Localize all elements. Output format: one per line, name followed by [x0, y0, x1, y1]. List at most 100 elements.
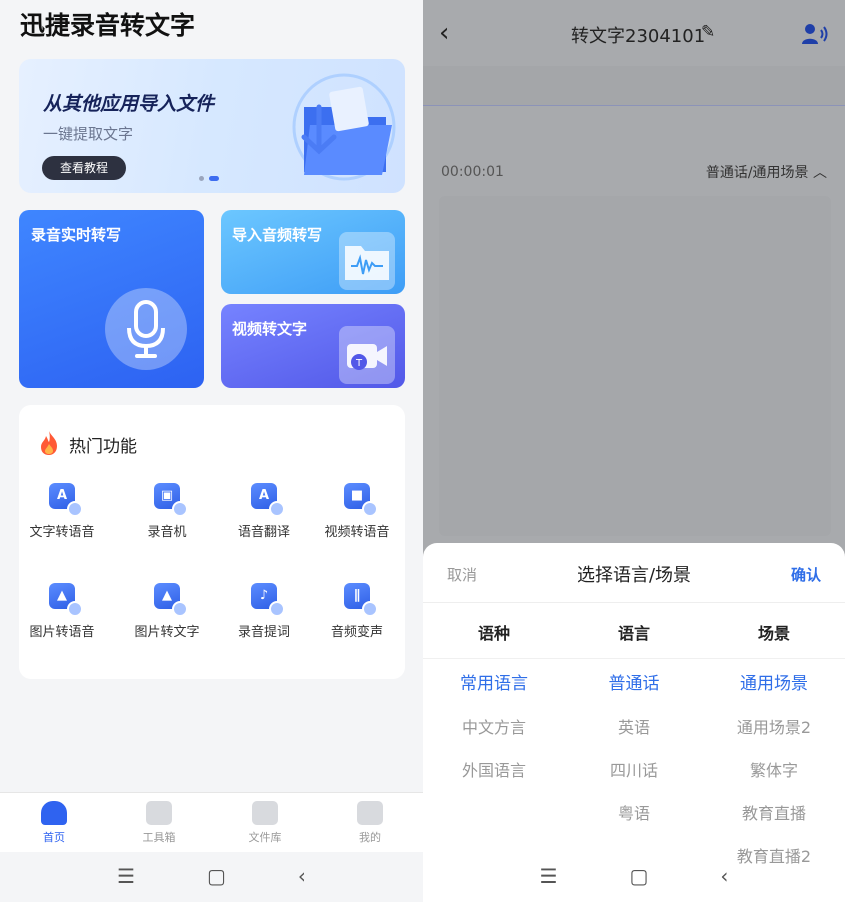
menu-icon[interactable]: ☰ [117, 864, 135, 888]
video-camera-icon: T [339, 326, 395, 384]
picker-option[interactable]: 外国语言 [424, 757, 564, 781]
icon-glyph: A [56, 488, 68, 503]
flame-icon [41, 431, 57, 455]
menu-icon[interactable]: ☰ [540, 864, 558, 888]
picker-option[interactable]: 繁体字 [704, 757, 844, 781]
picker-option[interactable]: 四川话 [564, 757, 704, 781]
scene-selector[interactable]: 普通话/通用场景 ︿ [706, 162, 827, 182]
video-to-speech-icon: ■ [344, 483, 378, 517]
audio-folder-icon [339, 232, 395, 290]
feature-video-to-speech[interactable]: ■ 视频转语音 [309, 483, 405, 540]
speaker-voice-icon[interactable] [801, 22, 829, 46]
text-to-speech-icon: A [49, 483, 83, 517]
hot-features-panel: 热门功能 A 文字转语音 ▣ 录音机 A 语音翻译 ■ 视频转语音 ▲ 图片转语音 ▲ 图片转文字 ♪ 录… [19, 405, 405, 679]
picker-option[interactable]: 英语 [564, 714, 704, 738]
import-banner[interactable]: 从其他应用导入文件 一键提取文字 查看教程 [19, 59, 405, 193]
home-nav-icon[interactable]: ▢ [630, 864, 649, 888]
feature-label: 视频转语音 [324, 525, 390, 540]
home-nav-icon[interactable]: ▢ [207, 864, 226, 888]
back-nav-icon[interactable]: ‹ [298, 864, 306, 888]
video-to-text-card[interactable]: 视频转文字 T [221, 304, 405, 388]
language-scene-sheet: 选择语言/场景 取消 确认 语种 常用语言 中文方言 外国语言 语言 普通话 英语 四川话 粤语… [423, 543, 845, 902]
voice-translate-icon: A [251, 483, 285, 517]
icon-glyph: ■ [350, 488, 364, 503]
feature-text-to-speech[interactable]: A 文字转语音 [14, 483, 110, 540]
picker-option[interactable]: 普通话 [564, 669, 704, 694]
realtime-record-card[interactable]: 录音实时转写 [19, 210, 204, 388]
picker-option[interactable]: 粤语 [564, 800, 704, 824]
tab-toolbox[interactable]: 工具箱 [129, 801, 189, 845]
import-audio-card[interactable]: 导入音频转写 [221, 210, 405, 294]
feature-label: 录音机 [147, 525, 187, 540]
icon-glyph: ♪ [259, 588, 269, 603]
picker-option[interactable]: 教育直播 [704, 800, 844, 824]
folder-import-icon [292, 73, 396, 181]
edit-pencil-icon[interactable]: ✎ [701, 22, 715, 42]
hot-features-title: 热门功能 [69, 437, 137, 457]
bottom-tab-bar: 首页 工具箱 文件库 我的 [0, 792, 423, 852]
feature-voice-translate[interactable]: A 语音翻译 [216, 483, 312, 540]
transcribe-header: ‹ 转文字2304101 ✎ [423, 0, 845, 66]
badge-dot [172, 501, 188, 517]
feature-voice-changer[interactable]: ∥ 音频变声 [309, 583, 405, 640]
feature-label: 图片转文字 [134, 625, 200, 640]
home-screen: 迅捷录音转文字 从其他应用导入文件 一键提取文字 查看教程 录音实时转写 导入音… [0, 0, 423, 902]
icon-glyph: ▲ [57, 588, 67, 603]
back-nav-icon[interactable]: ‹ [720, 864, 728, 888]
confirm-button[interactable]: 确认 [791, 564, 821, 585]
picker-option[interactable]: 通用场景 [704, 669, 844, 694]
picker-option[interactable]: 中文方言 [424, 714, 564, 738]
cancel-button[interactable]: 取消 [447, 564, 477, 585]
tab-label: 首页 [43, 831, 65, 844]
transcript-area [439, 196, 831, 536]
tab-label: 文件库 [248, 831, 282, 844]
time-scene-row: 00:00:01 普通话/通用场景 ︿ [423, 152, 845, 192]
badge-dot [67, 601, 83, 617]
tab-folder[interactable]: 文件库 [235, 801, 295, 845]
picker-option[interactable]: 常用语言 [424, 669, 564, 694]
recorder-icon: ▣ [154, 483, 188, 517]
column-header: 场景 [757, 624, 790, 643]
import-audio-label: 导入音频转写 [232, 226, 323, 244]
banner-pagination [199, 176, 219, 181]
toolbox-icon [146, 801, 172, 825]
icon-glyph: ▲ [162, 588, 172, 603]
badge-dot [362, 501, 378, 517]
feature-label: 文字转语音 [29, 525, 95, 540]
feature-label: 图片转语音 [29, 625, 95, 640]
tab-profile[interactable]: 我的 [340, 801, 400, 845]
chevron-up-icon: ︿ [813, 165, 827, 181]
feature-label: 音频变声 [330, 625, 383, 640]
profile-icon [357, 801, 383, 825]
view-tutorial-button[interactable]: 查看教程 [42, 156, 126, 180]
back-arrow-icon[interactable]: ‹ [439, 18, 449, 48]
home-icon [41, 801, 67, 825]
divider [423, 658, 845, 659]
feature-recorder[interactable]: ▣ 录音机 [119, 483, 215, 540]
tab-label: 工具箱 [142, 831, 176, 844]
feature-teleprompter[interactable]: ♪ 录音提词 [216, 583, 312, 640]
teleprompter-icon: ♪ [251, 583, 285, 617]
image-to-text-icon: ▲ [154, 583, 188, 617]
banner-subtitle: 一键提取文字 [43, 125, 134, 143]
app-title: 迅捷录音转文字 [20, 11, 196, 40]
icon-glyph: ∥ [353, 588, 361, 603]
system-nav-bar: ☰ ▢ ‹ [423, 850, 845, 902]
column-header: 语言 [617, 624, 650, 643]
transcript-title[interactable]: 转文字2304101 [571, 22, 705, 48]
tab-label: 我的 [359, 831, 381, 844]
tab-home[interactable]: 首页 [24, 801, 84, 845]
elapsed-time: 00:00:01 [441, 164, 504, 180]
picker-option[interactable]: 通用场景2 [704, 714, 844, 738]
scene-selector-label: 普通话/通用场景 [705, 165, 809, 181]
feature-image-to-text[interactable]: ▲ 图片转文字 [119, 583, 215, 640]
svg-text:T: T [355, 358, 363, 369]
badge-dot [172, 601, 188, 617]
pagination-dot-active [209, 176, 219, 181]
sheet-title: 选择语言/场景 [576, 565, 692, 586]
feature-image-to-speech[interactable]: ▲ 图片转语音 [14, 583, 110, 640]
waveform-strip[interactable] [423, 66, 845, 106]
badge-dot [269, 601, 285, 617]
banner-title: 从其他应用导入文件 [43, 93, 215, 115]
pagination-dot [199, 176, 204, 181]
